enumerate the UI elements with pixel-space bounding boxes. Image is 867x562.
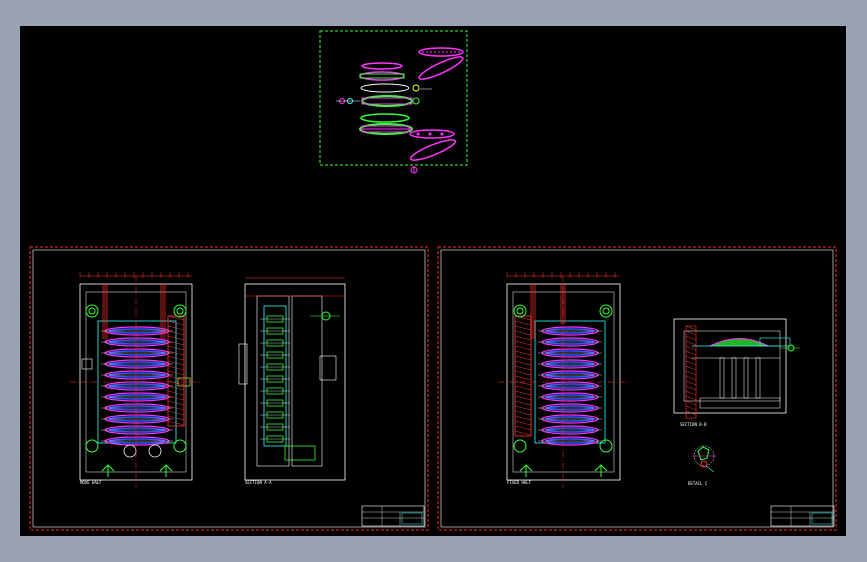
sheet-1-section-view: SECTION A-A	[238, 277, 346, 485]
part-cover-top	[418, 47, 464, 57]
sheet-1-border	[29, 246, 429, 531]
sheet-2-title-block	[770, 505, 835, 527]
sheet-2-plan-view: FIXED HALF	[498, 272, 630, 488]
drawing-sheet-2[interactable]: FIXED HALF SECTION B-B DETAIL C	[437, 246, 837, 531]
cad-drawing: MOVE HALF SECTION A-A FIXED HALF SECTION…	[29, 30, 837, 531]
sheet-1-section-parts	[260, 315, 290, 443]
sheet-2-detail-view: DETAIL C	[688, 445, 716, 486]
sheet-2-detail-label: DETAIL C	[688, 481, 708, 486]
part-cover-angled	[418, 56, 464, 80]
sheet-1-title-block	[361, 505, 425, 527]
sheet-2-view-1-label: FIXED HALF	[507, 480, 532, 485]
sheet-1-view-1-label: MOVE HALF	[80, 480, 102, 485]
sheet-2-cavities	[538, 326, 602, 446]
cad-viewport-frame: MOVE HALF SECTION A-A FIXED HALF SECTION…	[0, 0, 867, 562]
sheet-2-inner-frame	[440, 249, 834, 528]
sheet-2-section-view: SECTION B-B	[673, 318, 800, 427]
sheet-1-cavities	[101, 326, 173, 446]
sheet-1-plan-view: MOVE HALF	[70, 272, 202, 488]
sheet-1-view-2-label: SECTION A-A	[245, 480, 272, 485]
drawing-sheet-1[interactable]: MOVE HALF SECTION A-A	[29, 246, 429, 531]
cad-model-space[interactable]: MOVE HALF SECTION A-A FIXED HALF SECTION…	[20, 26, 846, 536]
sheet-2-border	[437, 246, 837, 531]
parts-preview[interactable]	[319, 30, 468, 174]
sheet-1-inner-frame	[32, 249, 426, 528]
sheet-2-view-2-label: SECTION B-B	[680, 422, 707, 427]
